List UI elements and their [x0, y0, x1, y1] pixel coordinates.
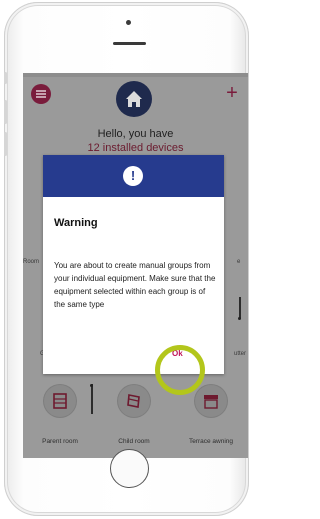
front-camera	[126, 20, 131, 25]
volume-up-button	[4, 100, 7, 124]
earpiece-speaker	[113, 42, 146, 45]
level-bar-2	[91, 384, 93, 414]
dialog-title: Warning	[54, 217, 98, 229]
partial-label-right-2: utter	[234, 351, 247, 357]
mute-switch	[4, 72, 7, 84]
device-parent-room[interactable]	[44, 385, 76, 417]
alert-icon: !	[123, 166, 143, 186]
greeting-line-1: Hello, you have	[97, 128, 174, 140]
dialog-header: !	[43, 155, 224, 197]
menu-button[interactable]	[31, 84, 51, 104]
greeting: Hello, you have 12 installed devices	[23, 127, 248, 155]
partial-label-right: e	[237, 259, 241, 265]
device-label-terrace-awning: Terrace awning	[188, 438, 234, 445]
level-dot	[238, 317, 241, 320]
shutter-icon	[127, 394, 140, 408]
device-child-room[interactable]	[118, 385, 150, 417]
warning-dialog: ! Warning You are about to create manual…	[43, 155, 224, 374]
awning-icon	[204, 395, 218, 409]
volume-down-button	[4, 132, 7, 156]
add-icon[interactable]: +	[222, 83, 242, 103]
dialog-message: You are about to create manual groups fr…	[54, 261, 216, 309]
status-bar	[23, 73, 248, 77]
device-label-child-room: Child room	[118, 438, 150, 445]
highlight-ring	[155, 345, 205, 395]
device-label-parent-room: Parent room	[42, 438, 78, 445]
device-terrace-awning[interactable]	[195, 385, 227, 417]
level-bar	[239, 297, 241, 319]
partial-label-left: Room	[23, 259, 40, 265]
home-button[interactable]	[110, 449, 149, 488]
home-icon	[116, 81, 152, 117]
greeting-line-2: 12 installed devices	[87, 142, 184, 154]
level-dot-2	[90, 384, 93, 387]
window-icon	[53, 393, 67, 409]
